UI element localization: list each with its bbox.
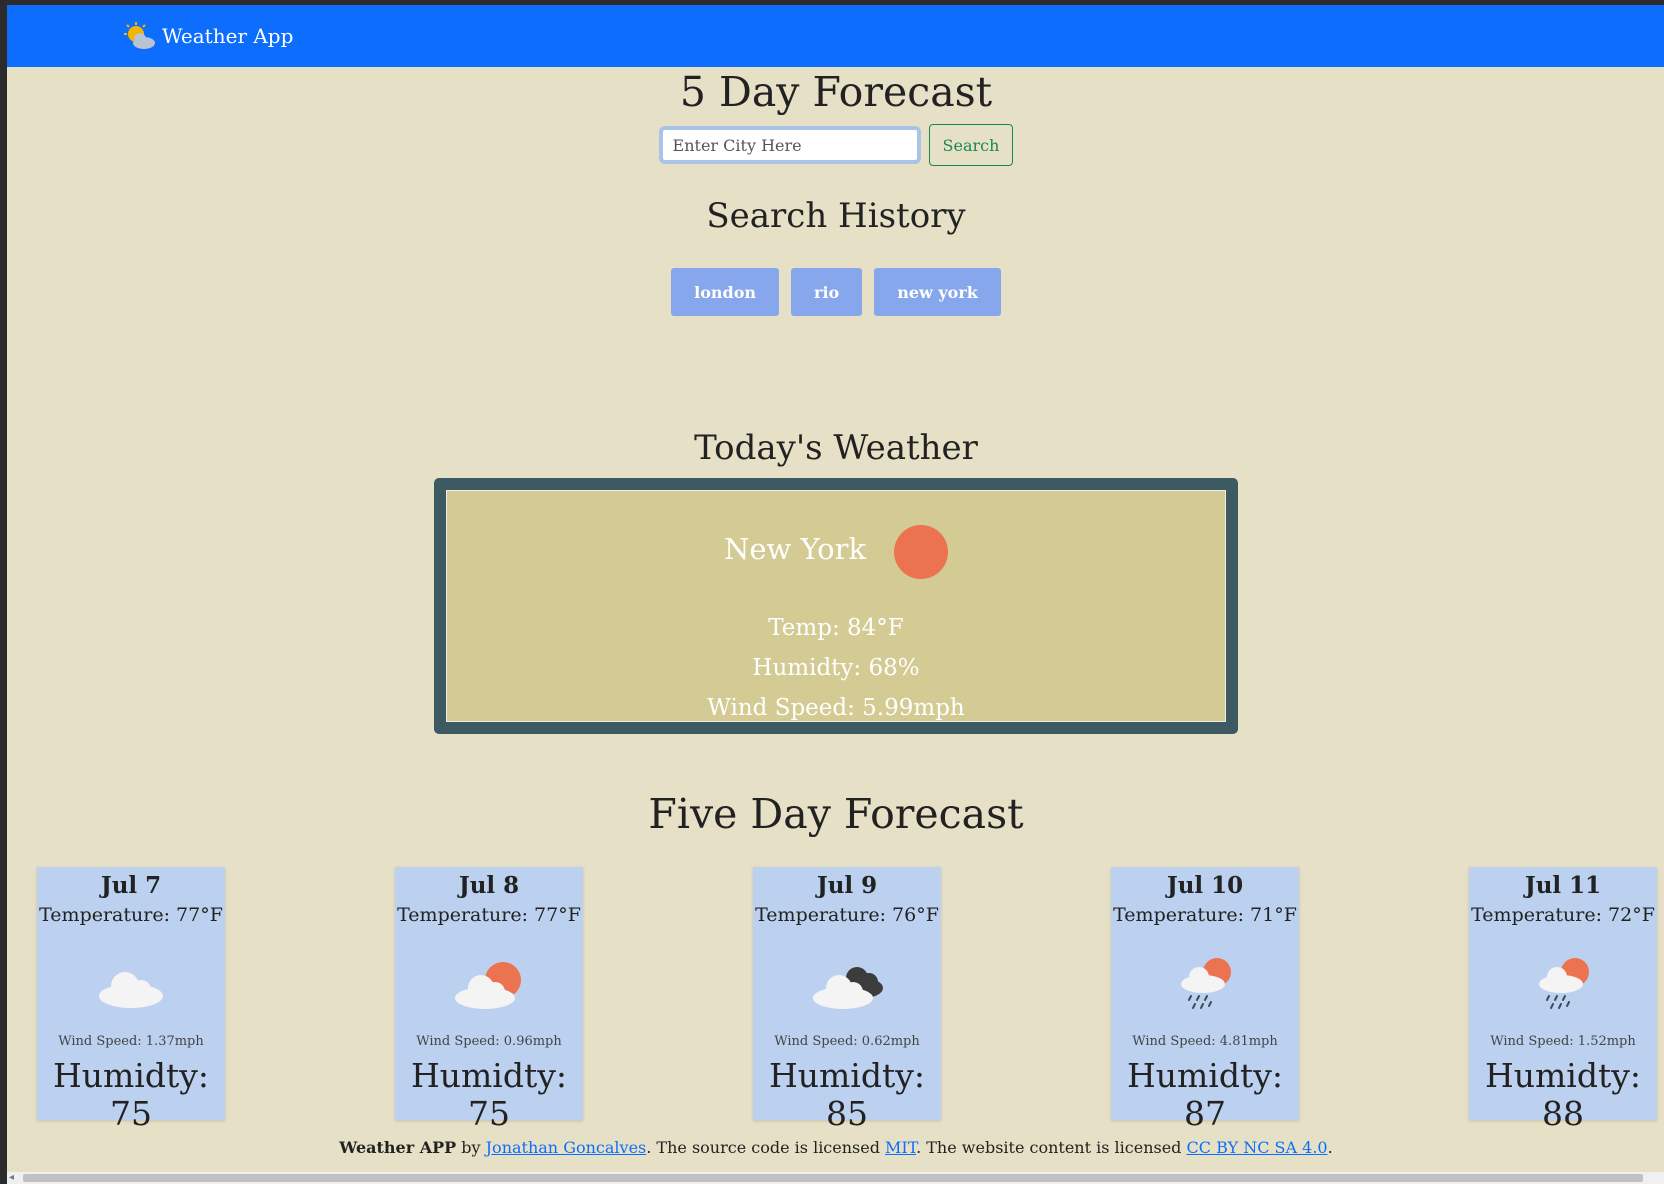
scrollbar-thumb[interactable]	[23, 1174, 1643, 1182]
history-button-new-york[interactable]: new york	[874, 268, 1001, 316]
footer: Weather APP by Jonathan Goncalves. The s…	[0, 1138, 1664, 1157]
forecast-wind-speed: Wind Speed: 1.52mph	[1490, 1034, 1636, 1049]
mit-license-link[interactable]: MIT	[885, 1138, 916, 1157]
forecast-card: Jul 7 Temperature: 77°F Wind Speed: 1.37…	[37, 867, 225, 1133]
todays-weather-card: New York Temp: 84°F Humidty: 68% Wind Sp…	[434, 478, 1238, 734]
history-button-london[interactable]: london	[671, 268, 780, 316]
forecast-temperature: Temperature: 71°F	[1113, 904, 1297, 926]
cloud-icon	[99, 972, 163, 1008]
forecast-date: Jul 10	[1166, 872, 1244, 899]
sun-icon	[894, 525, 949, 579]
footer-end: .	[1327, 1138, 1333, 1157]
footer-text-code: . The source code is licensed	[646, 1138, 886, 1157]
today-city-row: New York	[447, 519, 1225, 579]
forecast-humidity: Humidty: 85	[768, 1056, 926, 1133]
brand-link[interactable]: Weather App	[122, 22, 293, 50]
forecast-temperature: Temperature: 77°F	[39, 904, 223, 926]
forecast-date: Jul 7	[100, 872, 162, 899]
sun-rain-icon	[1539, 958, 1589, 1009]
brand-name: Weather App	[162, 24, 294, 48]
today-stats: Temp: 84°F Humidty: 68% Wind Speed: 5.99…	[447, 608, 1225, 728]
todays-weather-panel: New York Temp: 84°F Humidty: 68% Wind Sp…	[446, 490, 1226, 722]
forecast-wind-speed: Wind Speed: 4.81mph	[1132, 1034, 1278, 1049]
today-city-name: New York	[723, 532, 867, 566]
today-temperature: Temp: 84°F	[768, 615, 904, 641]
search-form: Search	[0, 124, 1664, 166]
cc-license-link[interactable]: CC BY NC SA 4.0	[1187, 1138, 1328, 1157]
forecast-date: Jul 11	[1524, 872, 1602, 899]
forecast-date: Jul 8	[458, 872, 520, 899]
search-history-list: london rio new york	[0, 268, 1664, 316]
forecast-humidity: Humidty: 75	[410, 1056, 568, 1133]
search-history-title: Search History	[706, 196, 966, 236]
window-left-edge	[0, 0, 7, 1184]
sun-rain-icon	[1181, 958, 1231, 1009]
forecast-humidity: Humidty: 88	[1484, 1056, 1642, 1133]
forecast-date: Jul 9	[816, 872, 878, 899]
page-title: 5 Day Forecast	[679, 68, 993, 116]
forecast-wind-speed: Wind Speed: 0.96mph	[416, 1034, 562, 1049]
forecast-card: Jul 9 Temperature: 76°F Wind Speed: 0.62…	[753, 867, 941, 1133]
history-button-rio[interactable]: rio	[791, 268, 863, 316]
scroll-left-arrow-icon[interactable]: ◂	[9, 1172, 14, 1184]
footer-by-text: by	[456, 1138, 486, 1157]
forecast-card: Jul 8 Temperature: 77°F Wind Speed: 0.96…	[395, 867, 583, 1133]
broken-clouds-icon	[813, 967, 883, 1009]
city-search-input[interactable]	[658, 126, 921, 164]
forecast-temperature: Temperature: 77°F	[397, 904, 581, 926]
forecast-temperature: Temperature: 76°F	[755, 904, 939, 926]
forecast-humidity: Humidty: 87	[1126, 1056, 1284, 1133]
footer-app-name: Weather APP	[339, 1138, 457, 1157]
navbar: Weather App	[7, 5, 1664, 67]
today-wind-speed: Wind Speed: 5.99mph	[707, 695, 965, 721]
today-humidity: Humidty: 68%	[752, 655, 920, 681]
partly-sunny-icon	[455, 962, 521, 1009]
forecast-card: Jul 11 Temperature: 72°F Wind Speed: 1.5…	[1469, 867, 1657, 1133]
search-button[interactable]: Search	[928, 124, 1014, 166]
forecast-humidity: Humidty: 75	[52, 1056, 210, 1133]
footer-text-content: . The website content is licensed	[916, 1138, 1187, 1157]
todays-weather-title: Today's Weather	[694, 428, 978, 468]
forecast-wind-speed: Wind Speed: 1.37mph	[58, 1034, 204, 1049]
forecast-wind-speed: Wind Speed: 0.62mph	[774, 1034, 920, 1049]
forecast-card: Jul 10 Temperature: 71°F Wind Speed: 4.8…	[1111, 867, 1299, 1133]
five-day-forecast-title: Five Day Forecast	[648, 790, 1024, 838]
author-link[interactable]: Jonathan Goncalves	[486, 1138, 647, 1157]
forecast-temperature: Temperature: 72°F	[1471, 904, 1655, 926]
partly-cloudy-icon	[124, 22, 155, 49]
horizontal-scrollbar[interactable]: ◂	[7, 1172, 1664, 1184]
